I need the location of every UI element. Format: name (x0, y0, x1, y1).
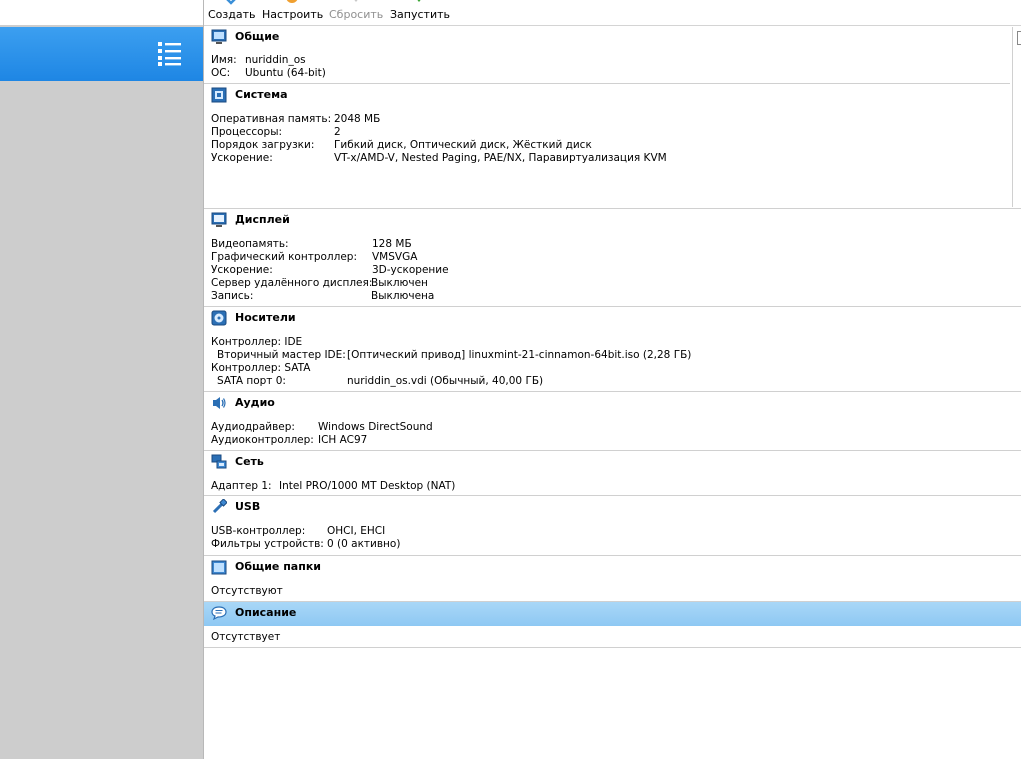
section-network: Сеть Адаптер 1: Intel PRO/1000 MT Deskto… (204, 451, 1021, 496)
start-label: Запустить (390, 8, 450, 21)
storage-ide-port-value: [Оптический привод] linuxmint-21-cinnamo… (347, 349, 692, 361)
display-controller-label: Графический контроллер: (211, 251, 357, 263)
usb-controller-label: USB-контроллер: (211, 525, 306, 537)
system-accel-value: VT-x/AMD-V, Nested Paging, PAE/NX, Парав… (334, 152, 667, 164)
display-vram-value: 128 МБ (372, 238, 412, 250)
settings-button[interactable]: Настроить (262, 0, 324, 24)
display-vram-label: Видеопамять: (211, 238, 289, 250)
general-name-label: Имя: (211, 54, 237, 66)
disk-icon (211, 310, 227, 326)
audio-controller-value: ICH AC97 (318, 434, 368, 446)
general-name-value: nuriddin_os (245, 54, 306, 66)
usb-filters-value: 0 (0 активно) (327, 538, 401, 550)
storage-sata-port-label: SATA порт 0: (217, 375, 286, 387)
network-icon (211, 454, 227, 469)
network-adapter1-label: Адаптер 1: (211, 480, 272, 492)
section-shared-folders-header[interactable]: Общие папки (204, 556, 1021, 578)
storage-ide-port-label: Вторичный мастер IDE: (217, 349, 346, 361)
system-boot-value: Гибкий диск, Оптический диск, Жёсткий ди… (334, 139, 592, 151)
discard-button[interactable]: Сбросить (329, 0, 383, 24)
storage-sata-port-value: nuriddin_os.vdi (Обычный, 40,00 ГБ) (347, 375, 544, 387)
start-button[interactable]: Запустить (390, 0, 450, 24)
sidebar-header (0, 0, 203, 25)
create-label: Создать (208, 8, 256, 21)
create-button[interactable]: Создать (208, 0, 256, 24)
system-accel-label: Ускорение: (211, 152, 273, 164)
section-shared-folders: Общие папки Отсутствуют (204, 556, 1021, 602)
section-description-header[interactable]: Описание (204, 602, 1021, 624)
section-network-header[interactable]: Сеть (204, 451, 1021, 473)
audio-driver-label: Аудиодрайвер: (211, 421, 295, 433)
chip-icon (211, 87, 227, 103)
description-text: Отсутствует (211, 631, 281, 643)
discard-icon (354, 0, 358, 2)
system-boot-label: Порядок загрузки: (211, 139, 315, 151)
machine-list-sidebar (0, 0, 203, 759)
section-display: Дисплей Видеопамять: 128 МБ Графический … (204, 209, 1021, 307)
machine-details: Общие Имя: nuriddin_os ОС: Ubuntu (64-bi… (204, 26, 1021, 759)
settings-label: Настроить (262, 8, 324, 21)
system-ram-label: Оперативная память: (211, 113, 332, 125)
system-ram-value: 2048 МБ (334, 113, 381, 125)
shared-folders-text: Отсутствуют (211, 585, 283, 597)
storage-controller-sata: Контроллер: SATA (211, 362, 311, 374)
virtualbox-manager-window: Создать Настроить Сбросить Запустить Общ… (0, 0, 1021, 759)
display-recording-value: Выключена (371, 290, 435, 302)
section-system-title: Система (235, 88, 288, 101)
monitor-icon (211, 29, 227, 44)
usb-filters-label: Фильтры устройств: (211, 538, 324, 550)
section-system: Система Оперативная память: 2048 МБ Проц… (204, 84, 1021, 209)
discard-label: Сбросить (329, 8, 384, 21)
network-adapter1-value: Intel PRO/1000 MT Desktop (NAT) (279, 480, 456, 492)
section-general-title: Общие (235, 30, 280, 43)
section-description-title: Описание (235, 606, 297, 619)
section-storage: Носители Контроллер: IDE Вторичный масте… (204, 307, 1021, 392)
system-cpu-value: 2 (334, 126, 341, 138)
gear-icon (286, 0, 298, 3)
display-rdp-value: Выключен (371, 277, 428, 289)
main-toolbar: Создать Настроить Сбросить Запустить (204, 0, 1021, 26)
display-controller-value: VMSVGA (372, 251, 418, 263)
display-rdp-label: Сервер удалённого дисплея: (211, 277, 373, 289)
section-display-title: Дисплей (235, 213, 290, 226)
display-accel-value: 3D-ускорение (372, 264, 449, 276)
speech-bubble-icon (211, 606, 227, 621)
section-description: Описание Отсутствует (204, 602, 1021, 648)
general-os-value: Ubuntu (64-bit) (245, 67, 326, 79)
monitor-icon (211, 212, 227, 227)
section-audio-title: Аудио (235, 396, 275, 409)
section-usb-header[interactable]: USB (204, 496, 1021, 518)
system-cpu-label: Процессоры: (211, 126, 283, 138)
section-system-header[interactable]: Система (204, 84, 1021, 106)
section-usb-title: USB (235, 500, 261, 513)
section-display-header[interactable]: Дисплей (204, 209, 1021, 231)
tools-menu-button[interactable] (157, 41, 182, 67)
storage-controller-ide: Контроллер: IDE (211, 336, 303, 348)
section-audio: Аудио Аудиодрайвер: Windows DirectSound … (204, 392, 1021, 451)
usb-controller-value: OHCI, EHCI (327, 525, 386, 537)
list-icon (158, 42, 181, 66)
section-general: Общие Имя: nuriddin_os ОС: Ubuntu (64-bi… (204, 26, 1010, 84)
create-icon (226, 0, 236, 5)
audio-controller-label: Аудиоконтроллер: (211, 434, 314, 446)
audio-driver-value: Windows DirectSound (318, 421, 433, 433)
section-storage-header[interactable]: Носители (204, 307, 1021, 329)
speaker-icon (213, 397, 226, 409)
folder-icon (211, 560, 227, 575)
section-general-header[interactable]: Общие (204, 26, 1010, 48)
section-storage-title: Носители (235, 311, 296, 324)
section-audio-header[interactable]: Аудио (204, 392, 1021, 414)
display-accel-label: Ускорение: (211, 264, 273, 276)
general-os-label: ОС: (211, 67, 231, 79)
usb-icon (212, 499, 227, 514)
section-shared-folders-title: Общие папки (235, 560, 321, 573)
start-arrow-icon (417, 0, 421, 2)
display-recording-label: Запись: (211, 290, 254, 302)
section-usb: USB USB-контроллер: OHCI, EHCI Фильтры у… (204, 496, 1021, 556)
section-network-title: Сеть (235, 455, 264, 468)
